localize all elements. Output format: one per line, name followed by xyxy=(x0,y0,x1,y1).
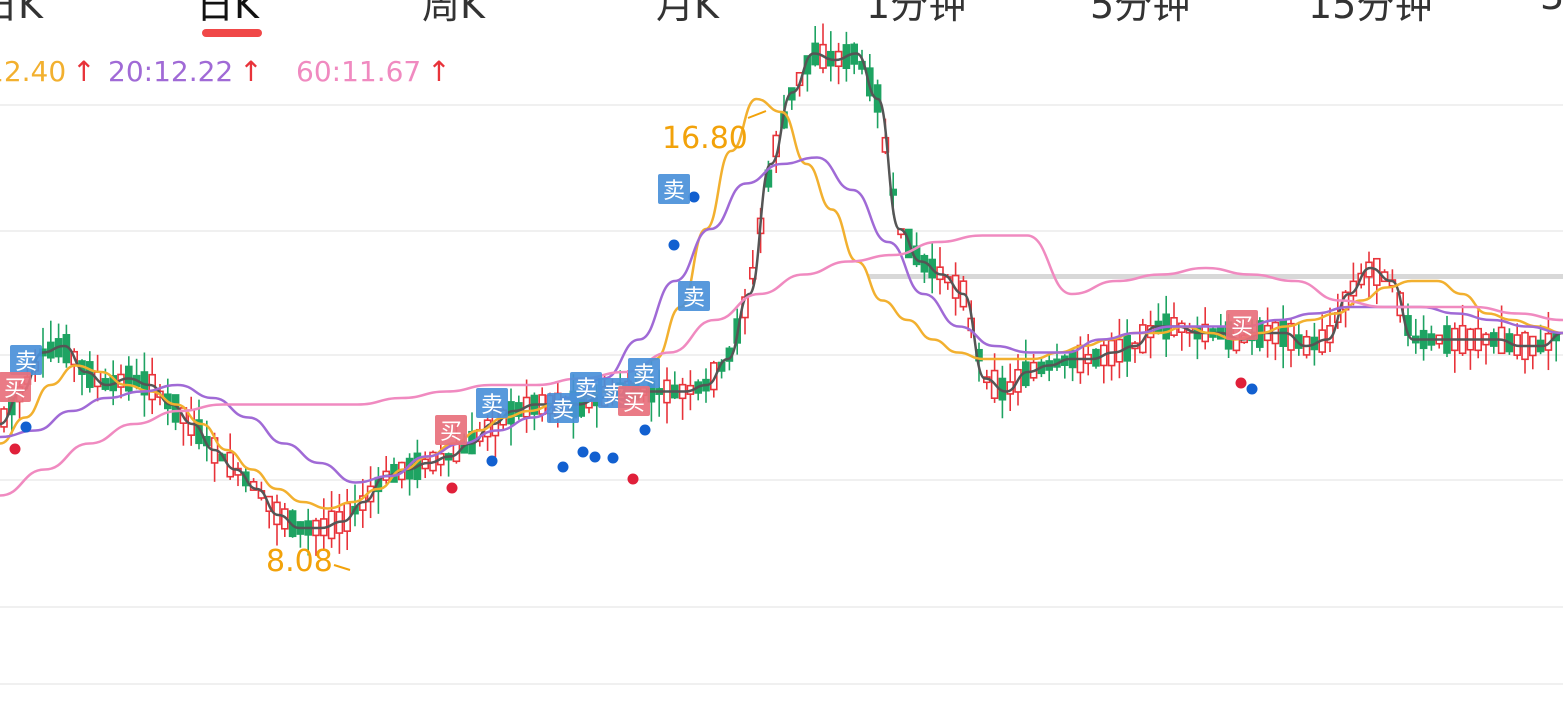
signal-dot xyxy=(486,455,498,467)
signal-dot xyxy=(607,452,619,464)
signal-dot xyxy=(688,191,700,203)
badge-label: 买 xyxy=(440,420,462,445)
badge-label: 卖 xyxy=(633,363,655,388)
signal-badges: 卖买买卖 卖卖 卖卖买卖卖买 xyxy=(0,174,1258,445)
ma-lines xyxy=(0,52,1563,530)
signal-dot xyxy=(20,421,32,433)
sell-signal-badge: 卖 xyxy=(658,174,690,204)
sell-signal-badge: 卖 xyxy=(628,358,660,388)
ma20-line xyxy=(0,97,1563,510)
badge-label: 买 xyxy=(623,391,645,416)
sell-signal-badge: 卖 xyxy=(476,388,508,418)
signal-dot xyxy=(668,239,680,251)
high-price-pointer xyxy=(747,110,767,119)
badge-label: 卖 xyxy=(552,398,574,423)
badge-label: 买 xyxy=(4,377,26,402)
low-price-pointer xyxy=(333,564,351,571)
sell-signal-badge: 卖 xyxy=(678,281,710,311)
buy-signal-badge: 买 xyxy=(435,415,467,445)
badge-label: 卖 xyxy=(575,377,597,402)
badge-label: 卖 xyxy=(15,350,37,375)
signal-dot xyxy=(577,446,589,458)
candlestick-chart[interactable]: 卖买买卖 卖卖 卖卖买卖卖买 16.808.08 xyxy=(0,0,1563,722)
low-price-label: 8.08 xyxy=(266,544,333,579)
signal-dot xyxy=(9,443,21,455)
high-price-label: 16.80 xyxy=(662,121,748,156)
chart-grid xyxy=(0,104,1563,685)
signal-dot xyxy=(1246,383,1258,395)
signal-dot xyxy=(639,424,651,436)
signal-dot xyxy=(557,461,569,473)
badge-label: 买 xyxy=(1231,315,1253,340)
price-annotations: 16.80 8.08 xyxy=(266,110,767,579)
ma_price-line xyxy=(0,52,1563,530)
ma60-line xyxy=(0,156,1563,484)
sell-signal-badge: 卖 xyxy=(570,372,602,402)
buy-signal-badge: 买 xyxy=(618,386,650,416)
badge-label: 卖 xyxy=(481,393,503,418)
buy-signal-badge: 买 xyxy=(0,372,31,402)
candles xyxy=(0,23,1560,556)
buy-signal-badge: 买 xyxy=(1226,310,1258,340)
sell-signal-badge: 卖 xyxy=(10,345,42,375)
badge-label: 卖 xyxy=(683,286,705,311)
signal-dot xyxy=(1235,377,1247,389)
signal-dot xyxy=(446,482,458,494)
reference-level-line xyxy=(868,274,1563,279)
signal-dot xyxy=(589,451,601,463)
badge-label: 卖 xyxy=(663,179,685,204)
signal-dot xyxy=(627,473,639,485)
